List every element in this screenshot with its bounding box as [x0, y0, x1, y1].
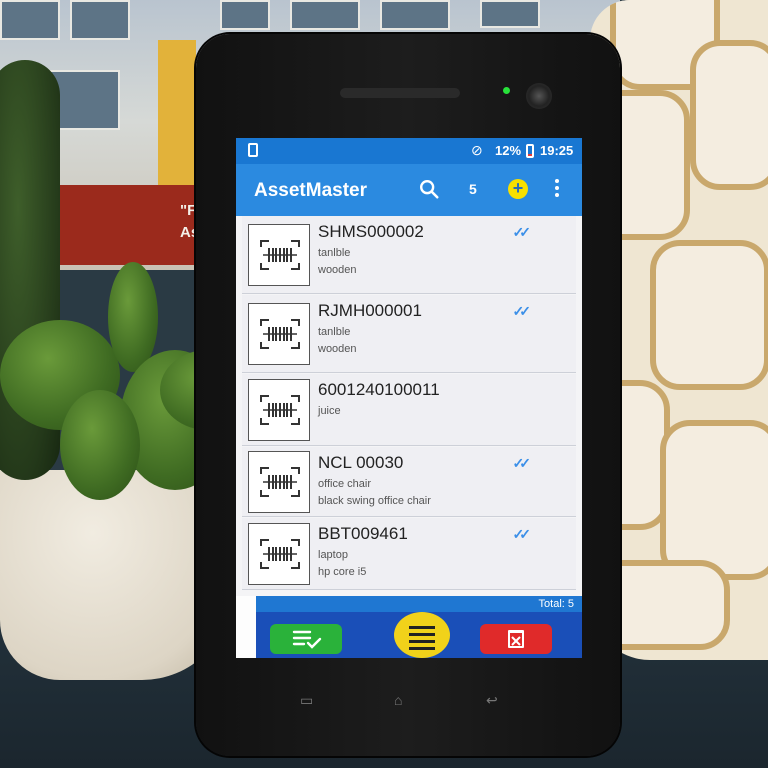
asset-category: tanlble	[318, 247, 351, 259]
battery-icon	[526, 144, 534, 158]
barcode-icon	[260, 319, 300, 349]
app-bar: AssetMaster 5 +	[236, 164, 582, 216]
add-icon[interactable]: +	[508, 179, 528, 199]
battery-percent: 12%	[495, 143, 522, 158]
menu-icon	[394, 612, 450, 650]
front-camera	[526, 83, 552, 109]
asset-list[interactable]: SHMS000002 tanlble wooden ✓✓ RJMH000001 …	[236, 216, 582, 596]
asset-row[interactable]: 6001240100011 juice	[242, 374, 576, 446]
barcode-thumbnail	[248, 379, 310, 441]
total-label: Total: 5	[538, 598, 574, 610]
close-icon	[511, 636, 521, 646]
asset-category: laptop	[318, 549, 348, 561]
barcode-icon	[260, 539, 300, 569]
notification-led	[503, 87, 510, 94]
barcode-icon	[260, 395, 300, 425]
asset-description: black swing office chair	[318, 495, 431, 507]
asset-code: BBT009461	[318, 524, 408, 543]
back-icon[interactable]: ↩	[486, 692, 498, 709]
home-icon[interactable]: ⌂	[394, 692, 402, 708]
confirm-list-button[interactable]	[270, 624, 342, 654]
asset-code: SHMS000002	[318, 222, 424, 241]
barcode-thumbnail	[248, 224, 310, 286]
barcode-thumbnail	[248, 523, 310, 585]
asset-count: 5	[469, 181, 477, 197]
barcode-thumbnail	[248, 303, 310, 365]
asset-code: RJMH000001	[318, 301, 422, 320]
background-pillar	[158, 40, 196, 190]
delete-button[interactable]	[480, 624, 552, 654]
asset-description: wooden	[318, 343, 357, 355]
barcode-icon	[260, 240, 300, 270]
bottom-action-bar	[256, 612, 582, 658]
barcode-icon	[260, 467, 300, 497]
asset-row[interactable]: BBT009461 laptop hp core i5 ✓✓	[242, 518, 576, 590]
asset-category: tanlble	[318, 326, 351, 338]
phone-screen: ⊘ 12% 19:25 AssetMaster 5 + SHMS000002 t…	[236, 138, 582, 658]
asset-code: NCL 00030	[318, 453, 404, 472]
barcode-thumbnail	[248, 451, 310, 513]
asset-row[interactable]: SHMS000002 tanlble wooden ✓✓	[242, 216, 576, 294]
more-vert-icon[interactable]	[552, 177, 562, 201]
verified-check-icon: ✓✓	[512, 455, 532, 471]
sim-icon	[248, 143, 258, 157]
app-title: AssetMaster	[254, 180, 367, 201]
total-bar: Total: 5	[256, 596, 582, 612]
asset-row[interactable]: RJMH000001 tanlble wooden ✓✓	[242, 295, 576, 373]
asset-category: office chair	[318, 478, 371, 490]
asset-row[interactable]: NCL 00030 office chair black swing offic…	[242, 447, 576, 517]
asset-description: hp core i5	[318, 566, 367, 578]
verified-check-icon: ✓✓	[512, 526, 532, 542]
verified-check-icon: ✓✓	[512, 303, 532, 319]
verified-check-icon: ✓✓	[512, 224, 532, 240]
checklist-icon	[292, 630, 322, 649]
status-bar: ⊘ 12% 19:25	[236, 138, 582, 164]
poster-text-line1: "F	[180, 202, 197, 219]
asset-description: wooden	[318, 264, 357, 276]
asset-category: juice	[318, 405, 341, 417]
hardware-nav-keys: ▭ ⌂ ↩	[280, 688, 520, 712]
no-signal-icon: ⊘	[471, 142, 483, 158]
recent-apps-icon[interactable]: ▭	[300, 692, 313, 709]
menu-button[interactable]	[394, 612, 450, 658]
status-time: 19:25	[540, 143, 574, 158]
phone-earpiece	[340, 88, 460, 98]
asset-code: 6001240100011	[318, 380, 440, 399]
search-icon[interactable]	[418, 178, 440, 200]
